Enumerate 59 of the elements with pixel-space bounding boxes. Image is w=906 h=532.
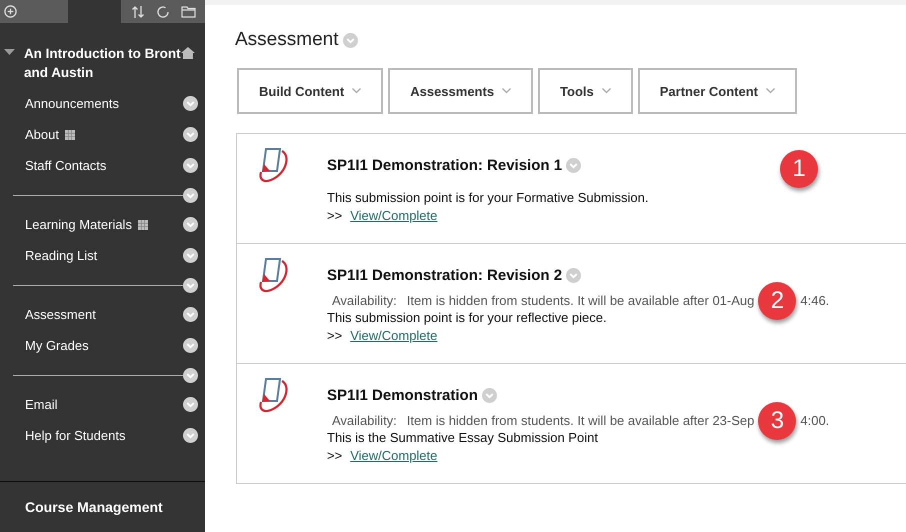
caret-icon xyxy=(766,88,775,94)
availability-text: Item is hidden from students. It will be available after 01-Aug xyxy=(406,293,754,308)
item-title[interactable]: SP1I1 Demonstration xyxy=(327,387,478,404)
chevron-circle-icon[interactable] xyxy=(183,248,198,263)
chevron-circle-icon[interactable] xyxy=(183,428,198,443)
callout-number: 2 xyxy=(758,282,796,320)
sort-icon[interactable] xyxy=(130,4,144,18)
menu-button[interactable]: Assessments xyxy=(388,68,534,114)
availability-text: 4:46. xyxy=(800,293,830,308)
chevron-circle-icon[interactable] xyxy=(183,338,198,353)
chevron-circle-icon[interactable] xyxy=(183,188,198,202)
link-prefix: >> xyxy=(327,328,342,343)
section-heading[interactable]: Course Management xyxy=(25,499,163,515)
menu-item[interactable]: Learning Materials xyxy=(25,217,132,232)
course-title[interactable]: An Introduction to Bront and Austin xyxy=(24,44,194,82)
menu-item[interactable]: My Grades xyxy=(25,338,89,353)
home-icon[interactable] xyxy=(181,47,195,59)
collapse-triangle-icon[interactable] xyxy=(4,49,15,56)
chevron-circle-icon[interactable] xyxy=(183,307,198,322)
callout-number: 1 xyxy=(780,150,818,188)
menu-button[interactable]: Build Content xyxy=(237,68,384,114)
refresh-icon[interactable] xyxy=(156,4,170,18)
chevron-circle-icon[interactable] xyxy=(183,127,198,142)
availability-text: Item is hidden from students. It will be available after 23-Sep xyxy=(406,413,754,428)
menu-item[interactable]: Reading List xyxy=(25,248,98,263)
menu-item[interactable]: About xyxy=(25,127,59,142)
caret-icon xyxy=(352,88,362,94)
chevron-circle-icon[interactable] xyxy=(183,217,198,232)
caret-icon xyxy=(502,88,512,94)
menu-item[interactable]: Assessment xyxy=(25,307,96,322)
item-description: This submission point is for your reflective piece. xyxy=(327,310,608,325)
availability-label: Availability: xyxy=(332,293,397,308)
chevron-circle-icon[interactable] xyxy=(183,368,198,382)
menu-item[interactable]: Announcements xyxy=(25,96,119,111)
item-description: This submission point is for your Formative Submission. xyxy=(327,190,649,205)
caret-icon xyxy=(602,88,611,94)
add-icon[interactable] xyxy=(4,5,17,18)
menu-item[interactable]: Email xyxy=(25,397,58,412)
item-title[interactable]: SP1I1 Demonstration: Revision 2 xyxy=(327,267,562,284)
chevron-circle-icon[interactable] xyxy=(183,158,198,173)
item-description: This is the Summative Essay Submission Point xyxy=(327,430,599,445)
menu-button[interactable]: Partner Content xyxy=(638,68,797,114)
menu-button[interactable]: Tools xyxy=(538,68,633,114)
view-complete-link[interactable]: View/Complete xyxy=(350,448,438,463)
availability-label: Availability: xyxy=(332,413,397,428)
chevron-circle-icon[interactable] xyxy=(183,278,198,292)
page-title: Assessment xyxy=(235,29,338,51)
view-complete-link[interactable]: View/Complete xyxy=(350,208,438,223)
menu-item[interactable]: Staff Contacts xyxy=(25,158,106,173)
menu-item[interactable]: Help for Students xyxy=(25,428,126,443)
folder-icon[interactable] xyxy=(180,5,196,18)
chevron-circle-icon[interactable] xyxy=(183,397,198,412)
link-prefix: >> xyxy=(327,448,342,463)
link-prefix: >> xyxy=(327,208,342,223)
view-complete-link[interactable]: View/Complete xyxy=(350,328,438,343)
availability-text: 4:00. xyxy=(800,413,830,428)
item-title[interactable]: SP1I1 Demonstration: Revision 1 xyxy=(327,157,562,174)
callout-number: 3 xyxy=(758,402,796,440)
chevron-circle-icon[interactable] xyxy=(183,96,198,111)
